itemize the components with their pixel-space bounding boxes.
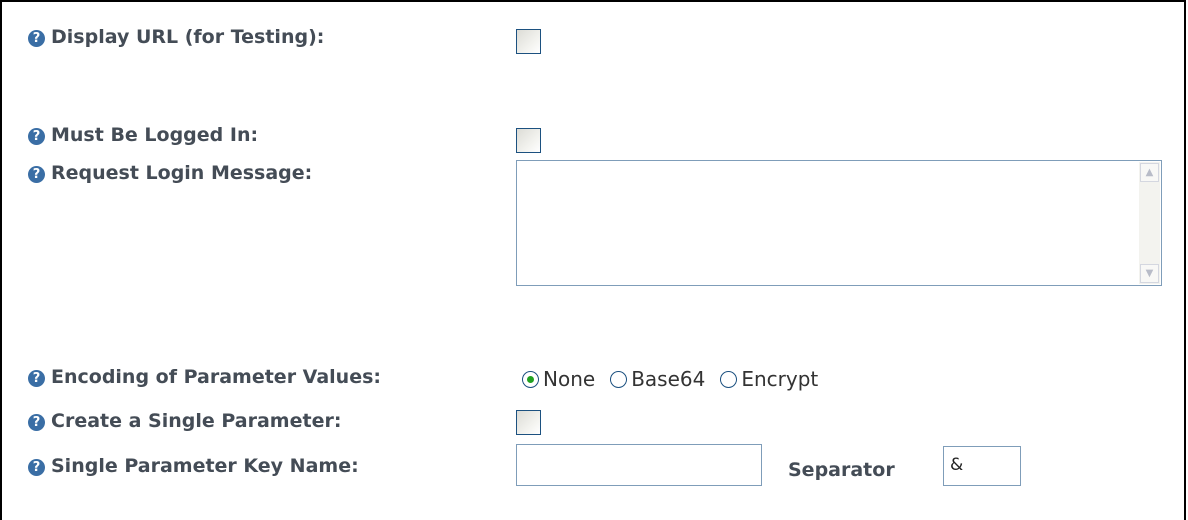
encoding-option-base64[interactable]: Base64: [610, 367, 705, 391]
encoding-option-none[interactable]: None: [522, 367, 595, 391]
must-be-logged-in-row-label: ? Must Be Logged In:: [28, 124, 258, 146]
help-icon[interactable]: ?: [28, 370, 45, 387]
help-icon[interactable]: ?: [28, 459, 45, 476]
request-login-message-textarea[interactable]: ▲ ▼: [516, 160, 1162, 286]
scroll-up-arrow-icon[interactable]: ▲: [1140, 163, 1159, 182]
encoding-radio-group: None Base64 Encrypt: [522, 367, 833, 391]
encoding-option-encrypt-label: Encrypt: [741, 367, 819, 391]
help-icon[interactable]: ?: [28, 128, 45, 145]
request-login-message-row-label: ? Request Login Message:: [28, 162, 312, 184]
help-icon[interactable]: ?: [28, 414, 45, 431]
display-url-checkbox[interactable]: [516, 29, 541, 54]
encoding-row-label: ? Encoding of Parameter Values:: [28, 366, 381, 388]
encoding-option-encrypt[interactable]: Encrypt: [720, 367, 818, 391]
textarea-scrollbar[interactable]: ▲ ▼: [1139, 162, 1160, 284]
single-parameter-key-name-label: Single Parameter Key Name:: [51, 455, 359, 477]
radio-icon[interactable]: [720, 370, 738, 388]
encoding-option-none-label: None: [543, 367, 596, 391]
encoding-option-base64-label: Base64: [631, 367, 706, 391]
radio-icon[interactable]: [610, 370, 628, 388]
separator-label: Separator: [788, 459, 895, 481]
help-icon[interactable]: ?: [28, 30, 45, 47]
display-url-label: Display URL (for Testing):: [51, 26, 325, 48]
must-be-logged-in-label: Must Be Logged In:: [51, 124, 259, 146]
separator-input[interactable]: [943, 446, 1021, 486]
create-single-parameter-checkbox[interactable]: [516, 410, 541, 435]
create-single-parameter-label: Create a Single Parameter:: [51, 410, 342, 432]
single-parameter-key-name-row-label: ? Single Parameter Key Name:: [28, 455, 359, 477]
encoding-label: Encoding of Parameter Values:: [51, 366, 381, 388]
help-icon[interactable]: ?: [28, 166, 45, 183]
display-url-row-label: ? Display URL (for Testing):: [28, 26, 324, 48]
must-be-logged-in-checkbox[interactable]: [516, 128, 541, 153]
scroll-down-arrow-icon[interactable]: ▼: [1140, 264, 1159, 283]
radio-selected-icon[interactable]: [522, 370, 539, 388]
create-single-parameter-row-label: ? Create a Single Parameter:: [28, 410, 341, 432]
settings-form: ? Display URL (for Testing): ? Must Be Log…: [0, 0, 1186, 520]
single-parameter-key-name-input[interactable]: [516, 444, 762, 486]
request-login-message-label: Request Login Message:: [51, 162, 313, 184]
